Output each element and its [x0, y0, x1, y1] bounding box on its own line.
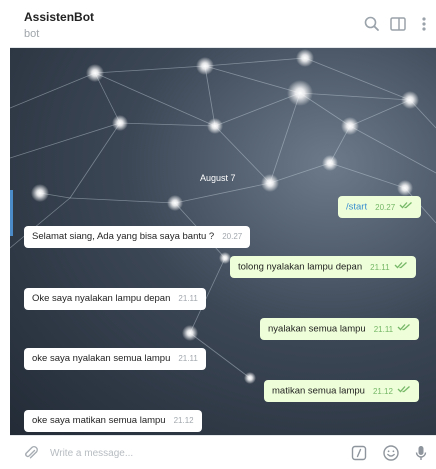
message-composer [10, 435, 436, 469]
message-time: 21.11 [373, 324, 394, 334]
message-time: 20.27 [375, 202, 396, 212]
message-time: 21.11 [178, 354, 198, 363]
emoji-icon[interactable] [382, 444, 400, 462]
message-text: nyalakan semua lampu [268, 323, 366, 335]
telegram-window: AssistenBot bot August 7 /start 20.27 Se… [10, 0, 436, 469]
message-incoming[interactable]: oke saya nyalakan semua lampu 21.11 [24, 348, 206, 370]
message-text: tolong nyalakan lampu depan [238, 261, 363, 273]
message-text[interactable]: /start [346, 202, 367, 213]
message-outgoing[interactable]: /start 20.27 [338, 196, 422, 218]
message-time: 21.12 [372, 386, 393, 396]
bot-commands-icon[interactable] [350, 444, 368, 462]
double-check-icon [397, 380, 411, 402]
message-time: 21.11 [370, 262, 390, 272]
chat-subtitle: bot [24, 28, 40, 40]
message-incoming[interactable]: Oke saya nyalakan lampu depan 21.11 [24, 288, 206, 310]
message-text: Oke saya nyalakan lampu depan [32, 293, 171, 304]
chat-history[interactable]: August 7 /start 20.27 Selamat siang, Ada … [10, 48, 436, 435]
sidebar-toggle-icon[interactable] [388, 14, 408, 34]
message-incoming[interactable]: Selamat siang, Ada yang bisa saya bantu … [24, 226, 251, 248]
double-check-icon [394, 256, 408, 278]
message-input[interactable] [50, 445, 320, 461]
message-time: 21.11 [178, 294, 198, 303]
message-text: oke saya matikan semua lampu [32, 415, 166, 426]
more-vert-icon[interactable] [414, 14, 434, 34]
left-accent [10, 190, 13, 236]
search-icon[interactable] [362, 14, 382, 34]
double-check-icon [399, 196, 413, 218]
message-outgoing[interactable]: matikan semua lampu 21.12 [264, 380, 419, 402]
message-text: Selamat siang, Ada yang bisa saya bantu … [32, 231, 215, 242]
double-check-icon [397, 318, 411, 340]
date-separator: August 7 [200, 173, 236, 183]
message-time: 21.12 [173, 416, 194, 425]
chat-title[interactable]: AssistenBot [24, 10, 94, 24]
message-outgoing[interactable]: nyalakan semua lampu 21.11 [260, 318, 420, 340]
message-text: oke saya nyalakan semua lampu [32, 353, 171, 364]
message-text: matikan semua lampu [272, 385, 365, 397]
message-incoming[interactable]: oke saya matikan semua lampu 21.12 [24, 410, 202, 432]
message-outgoing[interactable]: tolong nyalakan lampu depan 21.11 [230, 256, 416, 278]
chat-header: AssistenBot bot [10, 0, 436, 48]
microphone-icon[interactable] [412, 444, 430, 462]
paperclip-icon[interactable] [22, 444, 40, 462]
message-time: 20.27 [222, 232, 243, 241]
